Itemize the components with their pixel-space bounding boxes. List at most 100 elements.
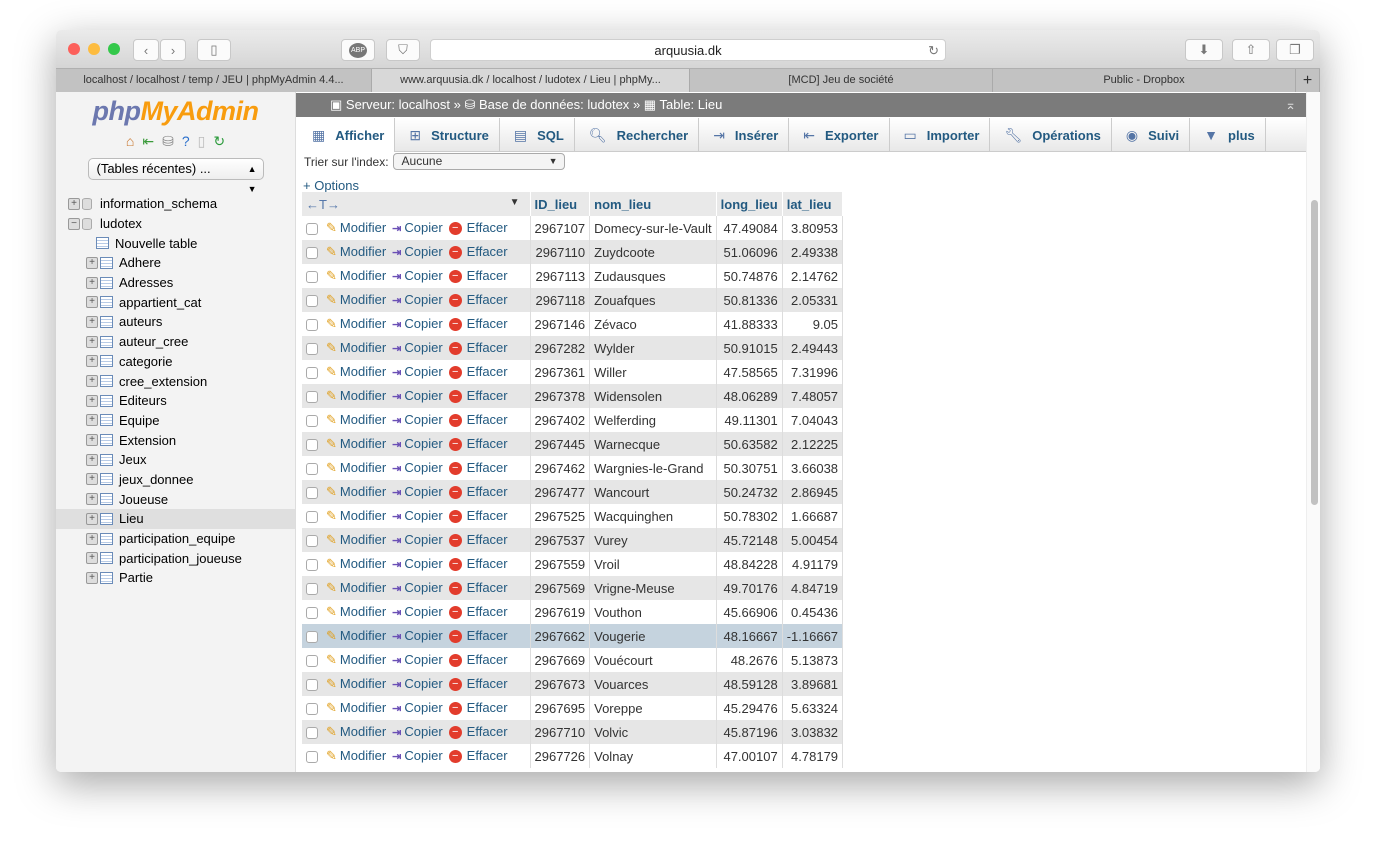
share-button[interactable]: ⇧ [1232, 39, 1270, 61]
row-checkbox[interactable] [306, 223, 318, 236]
sidebar-table-partie[interactable]: + Partie [68, 568, 295, 588]
delete-row-link[interactable]: − Effacer [448, 700, 508, 716]
edit-row-link[interactable]: ✎ Modifier [326, 556, 386, 571]
tab-operations[interactable]: 🔧︎ Opérations [990, 118, 1112, 152]
delete-row-link[interactable]: − Effacer [448, 652, 508, 668]
delete-row-link[interactable]: − Effacer [448, 484, 508, 500]
expand-icon[interactable]: + [86, 453, 98, 466]
browser-tab[interactable]: localhost / localhost / temp / JEU | php… [56, 69, 372, 92]
options-toggle[interactable]: + Options [303, 178, 359, 193]
column-header-nom-lieu[interactable]: nom_lieu [589, 192, 717, 216]
copy-row-link[interactable]: ⇥ Copier [392, 628, 443, 643]
expand-icon[interactable]: + [86, 571, 98, 584]
expand-icon[interactable]: + [86, 532, 98, 545]
expand-icon[interactable]: + [86, 296, 98, 309]
query-window-icon[interactable]: ⛁ [162, 133, 174, 150]
row-checkbox[interactable] [306, 487, 318, 500]
browser-tab[interactable]: Public - Dropbox [993, 69, 1296, 92]
row-checkbox[interactable] [306, 415, 318, 428]
browser-tab[interactable]: [MCD] Jeu de société [690, 69, 993, 92]
row-checkbox[interactable] [306, 463, 318, 476]
delete-row-link[interactable]: − Effacer [448, 292, 508, 308]
delete-row-link[interactable]: − Effacer [448, 508, 508, 524]
delete-row-link[interactable]: − Effacer [448, 556, 508, 572]
downloads-button[interactable]: ⬇ [1185, 39, 1223, 61]
reload-navigation-icon[interactable]: ↻ [213, 133, 225, 150]
forward-button[interactable]: › [160, 39, 186, 61]
row-checkbox[interactable] [306, 511, 318, 524]
close-window-button[interactable] [68, 43, 80, 55]
copy-row-link[interactable]: ⇥ Copier [392, 580, 443, 595]
delete-row-link[interactable]: − Effacer [448, 460, 508, 476]
new-table-link[interactable]: Nouvelle table [68, 233, 295, 253]
sort-index-select[interactable]: Aucune ▼ [392, 153, 565, 170]
tabs-overview-button[interactable]: ❐ [1276, 39, 1314, 61]
sidebar-table-categorie[interactable]: + categorie [68, 352, 295, 372]
tab-suivi[interactable]: ◉ Suivi [1112, 118, 1191, 152]
delete-row-link[interactable]: − Effacer [448, 748, 508, 764]
column-resize-header[interactable]: ←T→ ▼ [302, 192, 531, 216]
adblock-button[interactable]: ABP [341, 39, 375, 61]
edit-row-link[interactable]: ✎ Modifier [326, 460, 386, 475]
sidebar-table-jeux[interactable]: + Jeux [68, 450, 295, 470]
sidebar-toggle-button[interactable]: ▯ [197, 39, 231, 61]
copy-row-link[interactable]: ⇥ Copier [392, 724, 443, 739]
breadcrumb-table[interactable]: Table: Lieu [659, 97, 722, 112]
copy-row-link[interactable]: ⇥ Copier [392, 268, 443, 283]
delete-row-link[interactable]: − Effacer [448, 220, 508, 236]
edit-row-link[interactable]: ✎ Modifier [326, 580, 386, 595]
delete-row-link[interactable]: − Effacer [448, 436, 508, 452]
delete-row-link[interactable]: − Effacer [448, 340, 508, 356]
copy-row-link[interactable]: ⇥ Copier [392, 316, 443, 331]
tab-plus[interactable]: ▼ plus [1190, 118, 1266, 152]
edit-row-link[interactable]: ✎ Modifier [326, 220, 386, 235]
collapse-icon[interactable]: − [68, 217, 80, 230]
docs-icon[interactable]: ▯ [198, 133, 206, 150]
copy-row-link[interactable]: ⇥ Copier [392, 292, 443, 307]
expand-icon[interactable]: + [86, 315, 98, 328]
sidebar-table-auteur-cree[interactable]: + auteur_cree [68, 332, 295, 352]
delete-row-link[interactable]: − Effacer [448, 268, 508, 284]
db-ludotex[interactable]: − ludotex [68, 214, 295, 234]
edit-row-link[interactable]: ✎ Modifier [326, 748, 386, 763]
row-checkbox[interactable] [306, 583, 318, 596]
expand-icon[interactable]: + [86, 375, 98, 388]
row-checkbox[interactable] [306, 631, 318, 644]
column-arrows-icon[interactable]: ←T→ [306, 197, 340, 212]
minimize-window-button[interactable] [88, 43, 100, 55]
tab-afficher[interactable]: ▦ Afficher [298, 118, 396, 152]
scrollbar-thumb[interactable] [1311, 200, 1318, 505]
copy-row-link[interactable]: ⇥ Copier [392, 652, 443, 667]
copy-row-link[interactable]: ⇥ Copier [392, 532, 443, 547]
copy-row-link[interactable]: ⇥ Copier [392, 220, 443, 235]
copy-row-link[interactable]: ⇥ Copier [392, 556, 443, 571]
delete-row-link[interactable]: − Effacer [448, 244, 508, 260]
tab-importer[interactable]: ▭ Importer [890, 118, 991, 152]
expand-icon[interactable]: + [86, 414, 98, 427]
sidebar-table-extension[interactable]: + Extension [68, 430, 295, 450]
copy-row-link[interactable]: ⇥ Copier [392, 700, 443, 715]
delete-row-link[interactable]: − Effacer [448, 580, 508, 596]
expand-icon[interactable]: + [86, 335, 98, 348]
sidebar-table-equipe[interactable]: + Equipe [68, 411, 295, 431]
collapse-top-icon[interactable]: ⌅ [1285, 93, 1296, 117]
expand-icon[interactable]: + [86, 394, 98, 407]
edit-row-link[interactable]: ✎ Modifier [326, 508, 386, 523]
tab-exporter[interactable]: ⇤ Exporter [789, 118, 890, 152]
row-checkbox[interactable] [306, 655, 318, 668]
row-checkbox[interactable] [306, 271, 318, 284]
column-header-long-lieu[interactable]: long_lieu [716, 192, 783, 216]
copy-row-link[interactable]: ⇥ Copier [392, 364, 443, 379]
tab-structure[interactable]: ⊞ Structure [395, 118, 500, 152]
shield-button[interactable]: ⛉ [386, 39, 420, 61]
edit-row-link[interactable]: ✎ Modifier [326, 268, 386, 283]
delete-row-link[interactable]: − Effacer [448, 364, 508, 380]
edit-row-link[interactable]: ✎ Modifier [326, 340, 386, 355]
row-checkbox[interactable] [306, 343, 318, 356]
row-checkbox[interactable] [306, 295, 318, 308]
column-header-id-lieu[interactable]: ID_lieu [530, 192, 591, 216]
expand-icon[interactable]: + [86, 355, 98, 368]
home-icon[interactable]: ⌂ [126, 133, 134, 150]
edit-row-link[interactable]: ✎ Modifier [326, 676, 386, 691]
edit-row-link[interactable]: ✎ Modifier [326, 700, 386, 715]
